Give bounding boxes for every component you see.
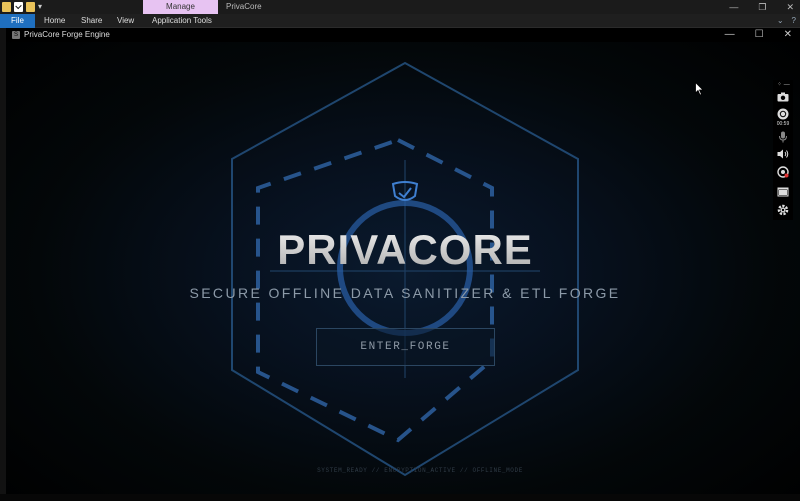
webcam-icon[interactable] (776, 165, 790, 179)
window-icon[interactable] (776, 185, 790, 199)
capture-toolbar: ⁘ — 00:59 (773, 80, 793, 220)
speaker-icon[interactable] (776, 147, 790, 161)
mouse-cursor-icon (695, 81, 704, 101)
record-icon[interactable] (776, 107, 790, 121)
microphone-icon[interactable] (776, 130, 790, 144)
settings-icon[interactable] (776, 203, 790, 217)
brand-tagline: SECURE OFFLINE DATA SANITIZER & ETL FORG… (189, 285, 621, 301)
brand-title: PRIVACORE (200, 226, 610, 274)
status-line: SYSTEM_READY // ENCRYPTION_ACTIVE // OFF… (317, 467, 523, 474)
toolbar-grip-icon[interactable]: ⁘ — (777, 81, 790, 88)
taskbar-strip (0, 494, 800, 501)
camera-icon[interactable] (776, 90, 790, 104)
recording-timer: 00:59 (776, 121, 790, 127)
enter-forge-button[interactable]: ENTER_FORGE (316, 328, 495, 366)
